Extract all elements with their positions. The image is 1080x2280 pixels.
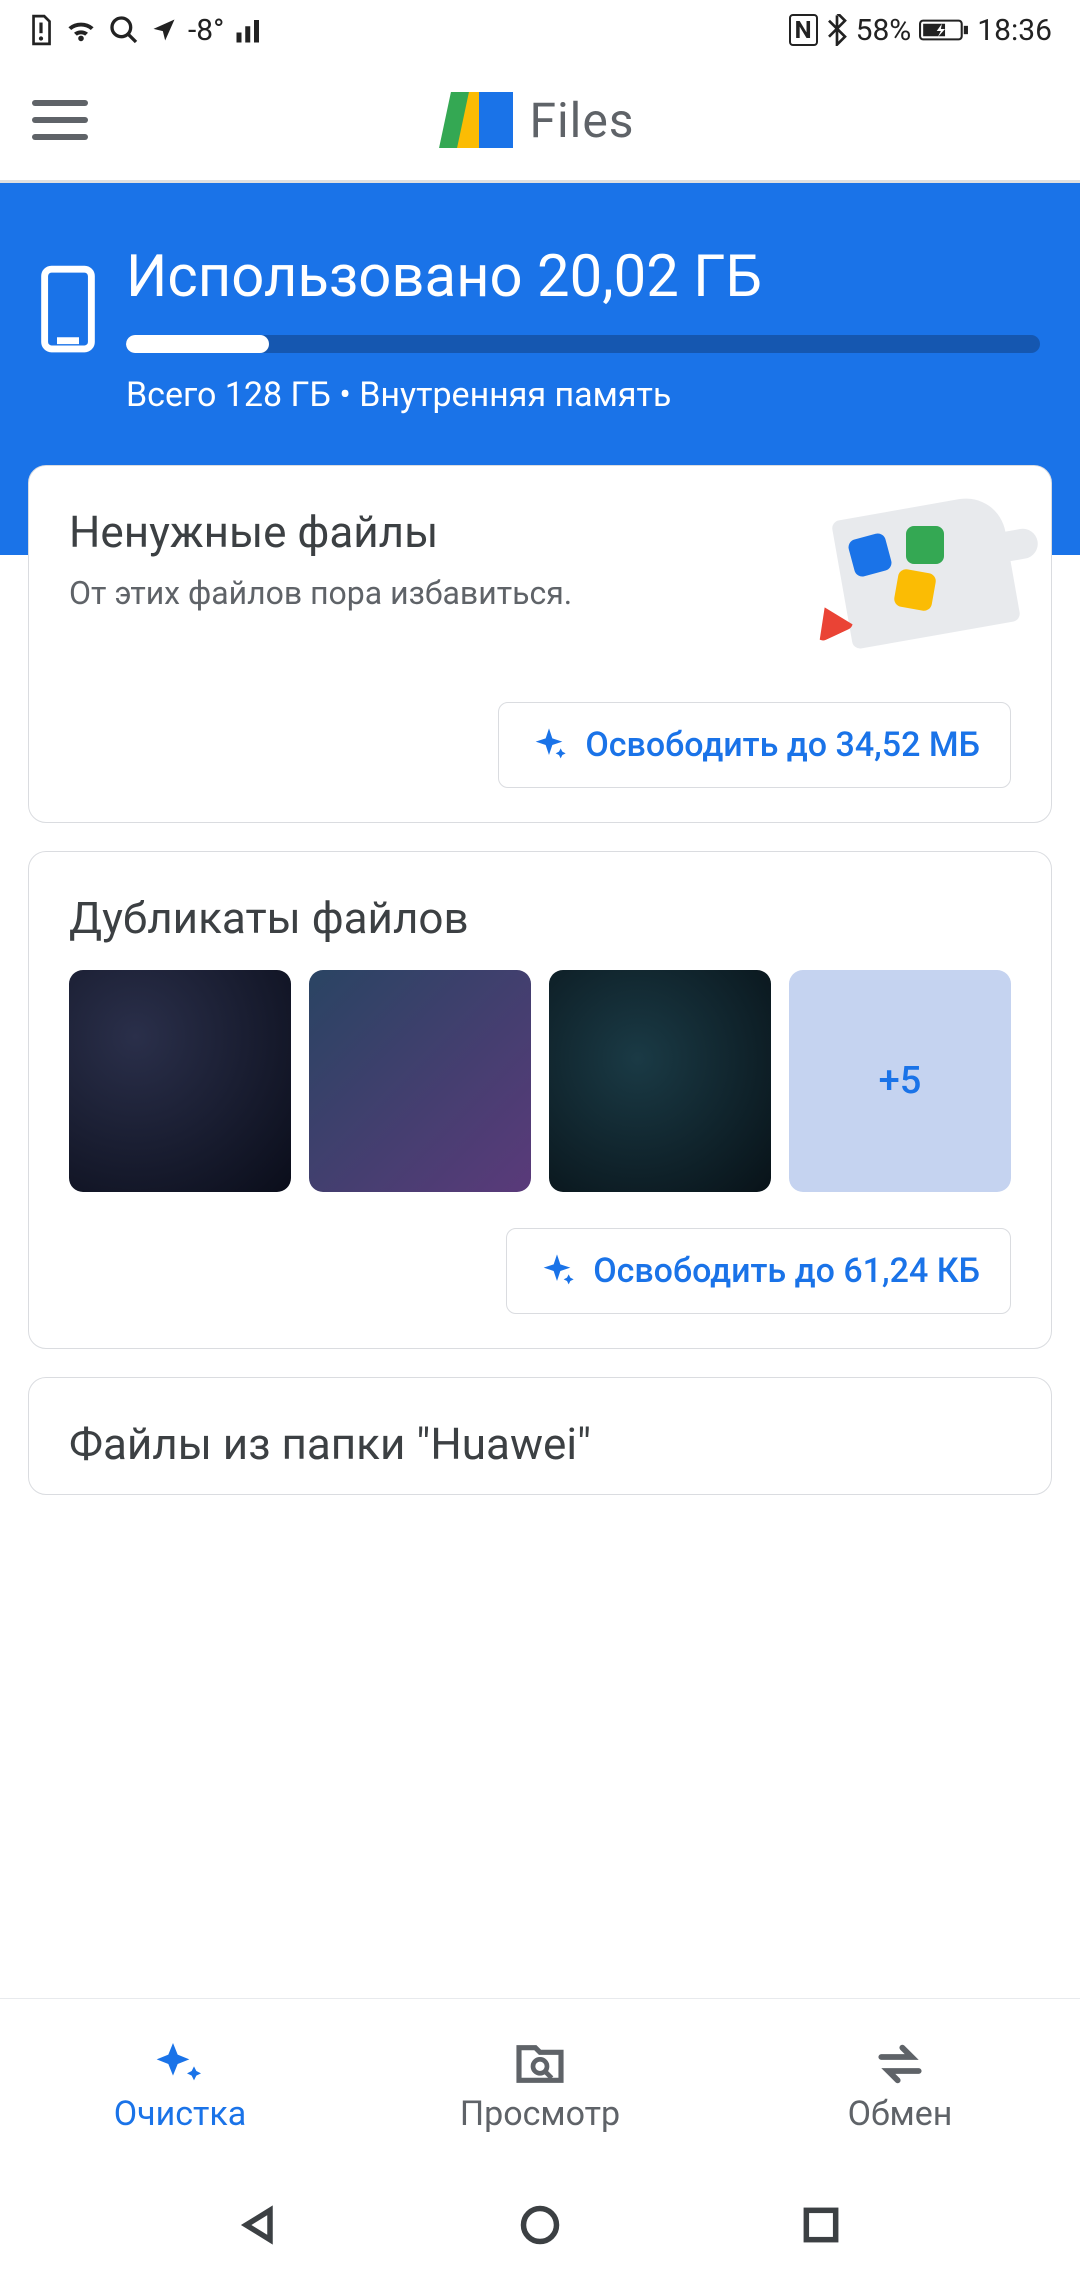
battery-icon — [919, 17, 969, 43]
phone-icon — [40, 265, 96, 357]
recents-button[interactable] — [799, 2203, 843, 2247]
sim-alert-icon — [28, 14, 54, 46]
duplicate-thumbs: +5 — [69, 970, 1011, 1192]
folder-search-icon — [512, 2036, 568, 2084]
app-title-wrap: Files — [88, 92, 992, 149]
junk-files-card[interactable]: Ненужные файлы От этих файлов пора избав… — [28, 465, 1052, 823]
storage-used-label: Использовано 20,02 ГБ — [126, 243, 1040, 311]
main-content[interactable]: Использовано 20,02 ГБ Всего 128 ГБ • Вну… — [0, 180, 1080, 1998]
free-junk-label: Освободить до 34,52 МБ — [585, 725, 980, 765]
app-bar: Files — [0, 60, 1080, 180]
app-title: Files — [529, 92, 634, 149]
home-button[interactable] — [518, 2203, 562, 2247]
swap-icon — [872, 2036, 928, 2084]
junk-card-title: Ненужные файлы — [69, 506, 781, 558]
nav-browse-label: Просмотр — [460, 2094, 620, 2134]
nav-share-label: Обмен — [848, 2094, 953, 2134]
thumb-more-label: +5 — [879, 1059, 922, 1103]
nfc-icon: N — [789, 14, 818, 46]
wifi-icon — [64, 16, 98, 44]
nav-clean[interactable]: Очистка — [0, 1999, 360, 2170]
status-right: N 58% 18:36 — [789, 13, 1052, 48]
sparkle-icon — [152, 2036, 208, 2084]
thumb-more[interactable]: +5 — [789, 970, 1011, 1192]
battery-pct: 58% — [856, 13, 912, 48]
status-bar: -8° N 58% 18:36 — [0, 0, 1080, 60]
status-left: -8° — [28, 13, 264, 48]
sparkle-icon — [529, 725, 569, 765]
dupes-card-title: Дубликаты файлов — [69, 892, 1011, 944]
huawei-card-title: Файлы из папки "Huawei" — [69, 1418, 1011, 1470]
thumb-3[interactable] — [549, 970, 771, 1192]
temperature: -8° — [188, 13, 224, 48]
bluetooth-icon — [826, 14, 848, 46]
back-button[interactable] — [237, 2203, 281, 2247]
search-icon — [108, 14, 140, 46]
thumb-2[interactable] — [309, 970, 531, 1192]
free-junk-button[interactable]: Освободить до 34,52 МБ — [498, 702, 1011, 788]
free-dupes-label: Освободить до 61,24 КБ — [593, 1251, 980, 1291]
nav-clean-label: Очистка — [114, 2094, 247, 2134]
free-dupes-button[interactable]: Освободить до 61,24 КБ — [506, 1228, 1011, 1314]
nav-browse[interactable]: Просмотр — [360, 1999, 720, 2170]
signal-bars-icon — [234, 15, 264, 45]
clock: 18:36 — [977, 13, 1052, 48]
menu-button[interactable] — [32, 100, 88, 140]
bottom-nav: Очистка Просмотр Обмен — [0, 1998, 1080, 2170]
location-icon — [150, 16, 178, 44]
storage-total-label: Всего 128 ГБ • Внутренняя память — [126, 375, 1040, 415]
huawei-card[interactable]: Файлы из папки "Huawei" — [28, 1377, 1052, 1495]
duplicates-card[interactable]: Дубликаты файлов +5 Освободить до 61,24 … — [28, 851, 1052, 1349]
nav-share[interactable]: Обмен — [720, 1999, 1080, 2170]
app-logo-icon — [445, 92, 509, 148]
system-nav — [0, 2170, 1080, 2280]
dustpan-icon — [811, 506, 1011, 666]
thumb-1[interactable] — [69, 970, 291, 1192]
storage-progress — [126, 335, 1040, 353]
junk-card-sub: От этих файлов пора избавиться. — [69, 572, 781, 615]
sparkle-icon — [537, 1251, 577, 1291]
